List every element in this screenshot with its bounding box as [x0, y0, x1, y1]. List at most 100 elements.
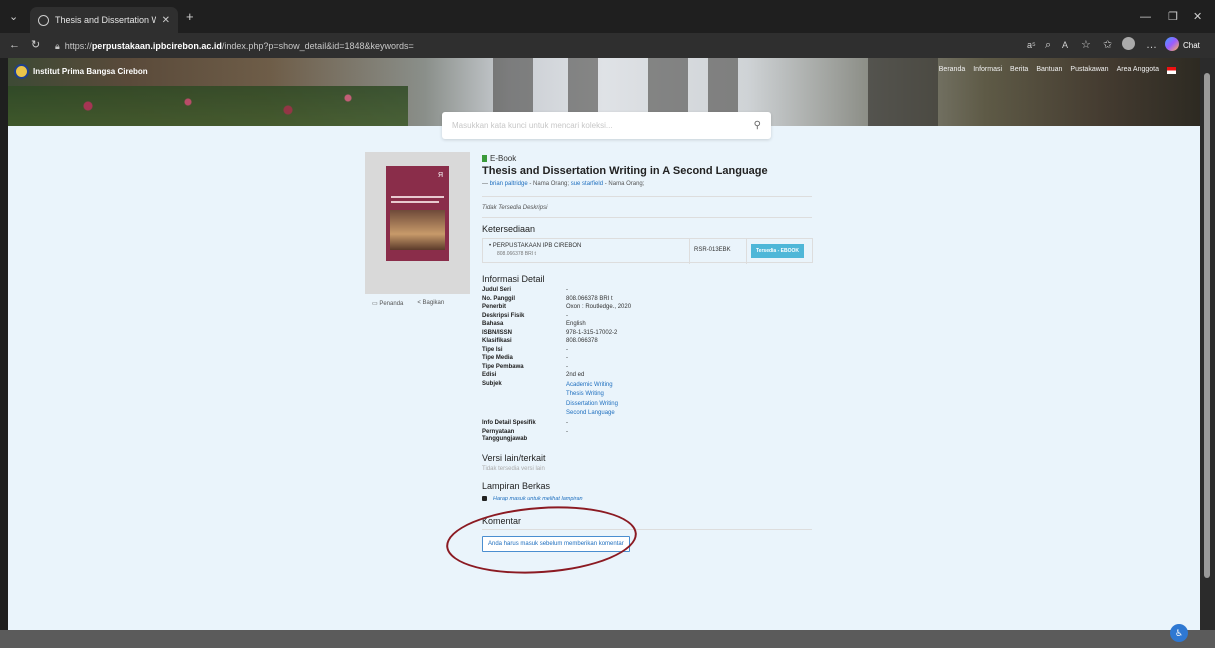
site-logo[interactable]: Institut Prima Bangsa Cirebon: [14, 64, 148, 79]
search-input[interactable]: Masukkan kata kunci untuk mencari koleks…: [452, 121, 754, 130]
book-cover: Я: [365, 152, 470, 294]
authors-prefix: —: [482, 181, 490, 187]
more-icon[interactable]: …: [1146, 38, 1157, 52]
attachments-login-line: Harap masuk untuk melihat lampiran: [482, 496, 812, 502]
read-aloud-icon[interactable]: A: [1062, 38, 1068, 52]
detail-key: Info Detail Spesifik: [482, 420, 536, 426]
subject-link[interactable]: Academic Writing: [566, 381, 812, 391]
close-tab-icon[interactable]: ✕: [162, 15, 170, 26]
detail-value: -: [566, 355, 568, 361]
versions-note: Tidak tersedia versi lain: [482, 465, 545, 472]
minimize-icon[interactable]: —: [1140, 10, 1151, 24]
subject-link[interactable]: Thesis Writing: [566, 390, 812, 400]
refresh-icon[interactable]: ↻: [31, 38, 40, 52]
login-to-view-attachments-link[interactable]: Harap masuk untuk melihat lampiran: [493, 496, 583, 502]
detail-key: Pernyataan Tanggungjawab: [482, 428, 528, 442]
detail-value: -: [566, 420, 568, 426]
scrollbar-thumb[interactable]: [1204, 73, 1210, 578]
ebook-flag-icon: [482, 155, 487, 162]
nav-beranda[interactable]: Beranda: [939, 66, 965, 74]
detail-value: -: [566, 287, 568, 293]
author-role-1: - Nama Orang;: [527, 181, 571, 187]
detail-value: Oxon : Routledge., 2020: [566, 304, 632, 310]
back-icon[interactable]: ←: [9, 38, 20, 52]
bookmark-label: Penanda: [379, 301, 404, 307]
detail-value: -: [566, 312, 568, 319]
favorites-bar-icon[interactable]: ✩: [1103, 38, 1112, 52]
translate-icon[interactable]: a⁵: [1027, 38, 1036, 52]
detail-key: Bahasa: [482, 321, 504, 327]
bookmark-button[interactable]: ▭ Penanda: [372, 300, 403, 307]
browser-tab[interactable]: Thesis and Dissertation Writing in ✕: [30, 7, 178, 33]
subject-key: Subjek: [482, 380, 502, 387]
detail-key: Deskripsi Fisik: [482, 312, 525, 319]
description: Tidak Tersedia Deskripsi: [482, 205, 548, 211]
detail-key: Tipe Media: [482, 355, 513, 361]
search-box[interactable]: Masukkan kata kunci untuk mencari koleks…: [442, 112, 771, 139]
nav-pustakawan[interactable]: Pustakawan: [1070, 66, 1108, 74]
detail-key: Klasifikasi: [482, 338, 512, 344]
institution-seal-icon: [14, 64, 29, 79]
nav-berita[interactable]: Berita: [1010, 66, 1028, 74]
url-field[interactable]: 🔒︎ https://perpustakaan.ipbcirebon.ac.id…: [55, 38, 1010, 54]
copilot-icon[interactable]: [1165, 37, 1179, 51]
publisher-logo-icon: Я: [438, 172, 444, 179]
nav-informasi[interactable]: Informasi: [973, 66, 1002, 74]
location-name: PERPUSTAKAAN IPB CIREBON: [492, 243, 582, 249]
detail-key: No. Panggil: [482, 295, 515, 302]
detail-value: 808.066378: [566, 338, 598, 344]
detail-value: English: [566, 321, 586, 327]
lock-icon: 🔒︎: [55, 40, 60, 51]
close-window-icon[interactable]: ✕: [1193, 10, 1202, 24]
cover-image: Я: [386, 166, 449, 261]
detail-table: Judul Seri - No. Panggil 808.066378 BRI t …: [482, 287, 812, 443]
detail-key: Edisi: [482, 372, 497, 378]
type-label: E-Book: [490, 154, 517, 163]
subject-list: Academic Writing Thesis Writing Disserta…: [566, 381, 812, 419]
versions-heading: Versi lain/terkait: [482, 452, 546, 463]
subject-link[interactable]: Dissertation Writing: [566, 400, 812, 410]
author-list: — brian paltridge - Nama Orang; sue star…: [482, 181, 812, 187]
favorite-icon[interactable]: ☆: [1081, 38, 1091, 52]
detail-value: 2nd ed: [566, 372, 585, 378]
detail-value: 978-1-315-17002-2: [566, 329, 618, 336]
detail-value: 808.066378 BRI t: [566, 295, 613, 302]
availability-table: • PERPUSTAKAAN IPB CIREBON 808.066378 BR…: [482, 238, 813, 264]
share-button[interactable]: < Bagikan: [417, 300, 444, 307]
accessibility-button[interactable]: ♿︎: [1170, 624, 1188, 642]
detail-key: Tipe Pembawa: [482, 363, 524, 370]
author-link-2[interactable]: sue starfield: [571, 181, 603, 187]
detail-key: Penerbit: [482, 304, 507, 310]
detail-key: ISBN/ISSN: [482, 329, 513, 336]
profile-avatar[interactable]: [1122, 37, 1135, 50]
chat-button[interactable]: Chat: [1183, 39, 1200, 53]
share-label: Bagikan: [422, 300, 445, 306]
author-role-2: - Nama Orang;: [603, 181, 645, 187]
book-title: Thesis and Dissertation Writing in A Sec…: [482, 165, 768, 177]
address-bar: ← ↻ 🔒︎ https://perpustakaan.ipbcirebon.a…: [0, 33, 1215, 58]
location-dot-icon: •: [489, 243, 492, 249]
detail-key: Judul Seri: [482, 287, 512, 293]
accessibility-icon: ♿︎: [1174, 628, 1184, 638]
url-host: perpustakaan.ipbcirebon.ac.id: [91, 41, 222, 51]
call-number: 808.066378 BRI t: [497, 251, 536, 257]
restore-icon[interactable]: ❐: [1168, 10, 1178, 24]
author-link-1[interactable]: brian paltridge: [490, 181, 528, 187]
record-content: E-Book Thesis and Dissertation Writing i…: [482, 154, 813, 552]
nav-bantuan[interactable]: Bantuan: [1036, 66, 1062, 74]
top-navigation: Beranda Informasi Berita Bantuan Pustaka…: [939, 66, 1176, 74]
lock-icon: [482, 496, 487, 501]
detail-heading: Informasi Detail: [482, 274, 545, 284]
language-flag-icon[interactable]: [1167, 67, 1176, 74]
nav-area-anggota[interactable]: Area Anggota: [1117, 66, 1159, 74]
detail-key: Tipe Isi: [482, 346, 503, 353]
item-code: RSR-013EBK: [694, 247, 731, 253]
scrollbar[interactable]: [1200, 58, 1215, 630]
new-tab-button[interactable]: +: [186, 10, 194, 24]
site-name: Institut Prima Bangsa Cirebon: [33, 67, 148, 76]
subject-link[interactable]: Second Language: [566, 409, 812, 419]
detail-value: -: [566, 428, 568, 435]
tab-menu-icon[interactable]: ⌄: [9, 10, 18, 24]
zoom-icon[interactable]: ⌕: [1045, 38, 1051, 52]
search-icon[interactable]: ⚲: [754, 120, 761, 131]
